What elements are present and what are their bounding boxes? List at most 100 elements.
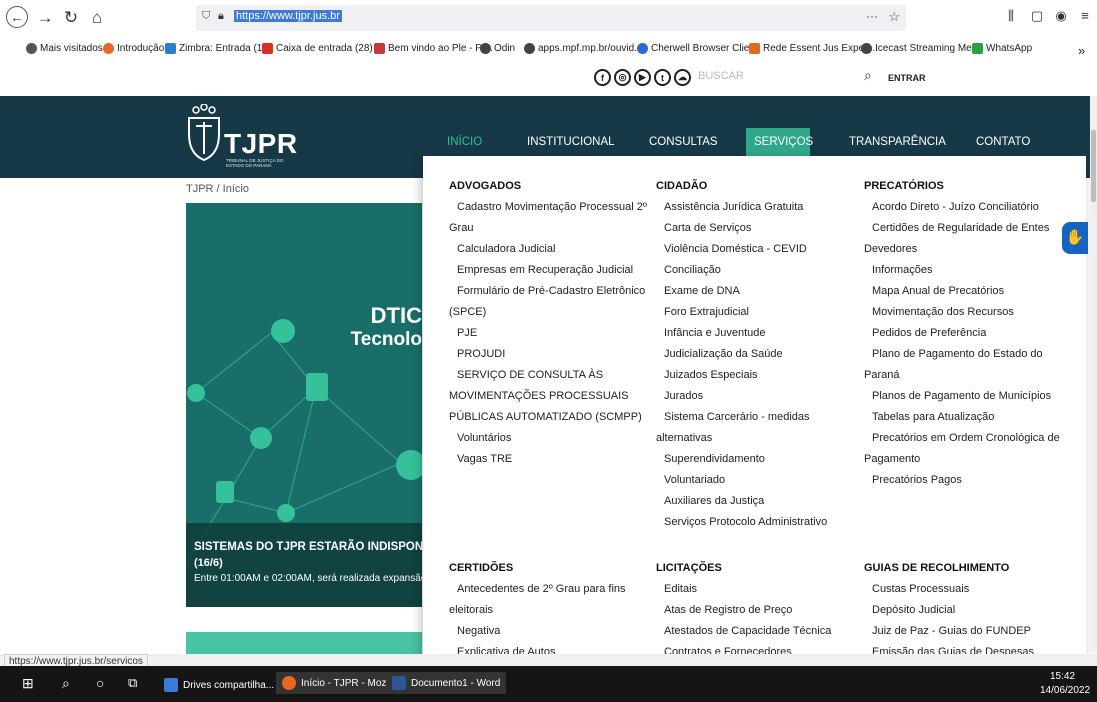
search-icon[interactable]: ⌕ <box>864 67 872 84</box>
gear-icon <box>26 43 37 54</box>
library-icon[interactable]: ⫼ <box>1000 8 1022 24</box>
bookmark-item[interactable]: apps.mpf.mp.br/ouvid... <box>524 43 643 54</box>
menu-link[interactable]: Sistema Carcerário - medidas alternativa… <box>656 407 861 449</box>
forward-icon[interactable]: → <box>34 8 56 28</box>
globe-icon <box>480 43 491 54</box>
secondary-banner[interactable] <box>186 632 422 656</box>
menu-link[interactable]: PJE <box>449 323 654 344</box>
menu-link[interactable]: Acordo Direto - Juízo Conciliatório <box>864 197 1069 218</box>
more-bookmarks-icon[interactable]: » <box>1078 43 1085 58</box>
menu-link[interactable]: Vagas TRE <box>449 449 654 470</box>
menu-link[interactable]: Pedidos de Preferência <box>864 323 1069 344</box>
reload-icon[interactable]: ↻ <box>60 8 82 28</box>
cortana-icon[interactable]: ○ <box>96 675 104 691</box>
menu-link[interactable]: Custas Processuais <box>864 579 1069 600</box>
menu-link[interactable]: Atas de Registro de Preço <box>656 600 861 621</box>
sidebar-icon[interactable]: ▢ <box>1026 8 1048 24</box>
bookmark-item[interactable]: Caixa de entrada (28) ... <box>262 43 384 54</box>
nav-inicio[interactable]: INÍCIO <box>447 136 482 148</box>
bookmark-item[interactable]: Icecast Streaming Me... <box>861 43 980 54</box>
search-input[interactable]: BUSCAR <box>698 70 744 82</box>
bookmark-item[interactable]: Cherwell Browser Client <box>637 43 758 54</box>
menu-link[interactable]: Serviços Protocolo Administrativo <box>656 512 861 533</box>
menu-link[interactable]: Foro Extrajudicial <box>656 302 861 323</box>
menu-link[interactable]: Planos de Pagamento de Municípios <box>864 386 1069 407</box>
menu-link[interactable]: Superendividamento <box>656 449 861 470</box>
menu-column-certidoes: CERTIDÕES Antecedentes de 2º Grau para f… <box>449 558 654 656</box>
facebook-icon[interactable]: f <box>594 69 611 86</box>
menu-link[interactable]: Negativa <box>449 621 654 642</box>
menu-link[interactable]: PROJUDI <box>449 344 654 365</box>
menu-heading: GUIAS DE RECOLHIMENTO <box>864 562 1010 574</box>
bookmark-item[interactable]: Zimbra: Entrada (1) <box>165 43 266 54</box>
menu-link[interactable]: SERVIÇO DE CONSULTA ÀS MOVIMENTAÇÕES PRO… <box>449 365 654 428</box>
task-view-icon[interactable]: ⧉ <box>128 675 137 691</box>
menu-link[interactable]: Voluntários <box>449 428 654 449</box>
url-bar[interactable]: ⛉ 🔒︎ https://www.tjpr.jus.br ··· ☆ <box>196 5 906 31</box>
menu-link[interactable]: Jurados <box>656 386 861 407</box>
menu-link[interactable]: Judicialização da Saúde <box>656 344 861 365</box>
search-icon[interactable]: ⌕ <box>62 675 70 692</box>
menu-link[interactable]: Certidões de Regularidade de Entes Deved… <box>864 218 1069 260</box>
tjpr-emblem-icon[interactable] <box>186 104 222 162</box>
breadcrumb[interactable]: TJPR / Início <box>186 183 249 195</box>
menu-link[interactable]: Violência Doméstica - CEVID <box>656 239 861 260</box>
taskbar-time: 15:42 <box>1050 671 1076 682</box>
home-icon[interactable]: ⌂ <box>86 8 108 28</box>
menu-link[interactable]: Precatórios Pagos <box>864 470 1069 491</box>
menu-link[interactable]: Tabelas para Atualização <box>864 407 1069 428</box>
youtube-icon[interactable]: ▶ <box>634 69 651 86</box>
menu-link[interactable]: Precatórios em Ordem Cronológica de Paga… <box>864 428 1069 470</box>
menu-link[interactable]: Depósito Judicial <box>864 600 1069 621</box>
menu-link[interactable]: Calculadora Judicial <box>449 239 654 260</box>
bookmark-item[interactable]: Bem vindo ao Ple - Pr... <box>374 43 493 54</box>
firefox-icon <box>103 43 114 54</box>
nav-consultas[interactable]: CONSULTAS <box>649 136 718 148</box>
scrollbar-thumb[interactable] <box>1091 130 1096 202</box>
enter-button[interactable]: ENTRAR <box>888 73 926 83</box>
site-logo[interactable]: TJPR <box>224 128 298 160</box>
nav-servicos[interactable]: SERVIÇOS <box>754 136 813 148</box>
menu-link[interactable]: Assistência Jurídica Gratuita <box>656 197 861 218</box>
bookmark-item[interactable]: Introdução <box>103 43 164 54</box>
menu-link[interactable]: Editais <box>656 579 861 600</box>
nav-institucional[interactable]: INSTITUCIONAL <box>527 136 615 148</box>
account-icon[interactable]: ◉ <box>1050 8 1072 24</box>
bookmark-item[interactable]: Odin <box>480 43 515 54</box>
windows-start-icon[interactable]: ⊞ <box>22 675 34 692</box>
bookmark-item[interactable]: WhatsApp <box>972 43 1032 54</box>
menu-link[interactable]: Voluntariado <box>656 470 861 491</box>
page-actions-icon[interactable]: ··· <box>866 9 878 23</box>
taskbar-app-drives[interactable]: Drives compartilha... <box>164 678 274 692</box>
bookmark-item[interactable]: Mais visitados <box>26 43 103 54</box>
accessibility-icon[interactable]: ✋ <box>1062 222 1088 254</box>
menu-link[interactable]: Carta de Serviços <box>656 218 861 239</box>
cloud-icon[interactable]: ☁ <box>674 69 691 86</box>
menu-link[interactable]: Cadastro Movimentação Processual 2º Grau <box>449 197 654 239</box>
menu-link[interactable]: Conciliação <box>656 260 861 281</box>
menu-link[interactable]: Movimentação dos Recursos <box>864 302 1069 323</box>
bookmark-item[interactable]: Rede Essent Jus Experi... <box>749 43 878 54</box>
menu-link[interactable]: Exame de DNA <box>656 281 861 302</box>
menu-link[interactable]: Formulário de Pré-Cadastro Eletrônico (S… <box>449 281 654 323</box>
menu-link[interactable]: Atestados de Capacidade Técnica <box>656 621 861 642</box>
menu-icon[interactable]: ≡ <box>1074 8 1096 23</box>
menu-link[interactable]: Informações <box>864 260 1069 281</box>
news-banner[interactable]: DTIC Tecnolo SISTEMAS DO TJPR ESTARÃO IN… <box>186 203 422 607</box>
menu-link[interactable]: Infância e Juventude <box>656 323 861 344</box>
taskbar-app-word[interactable]: Documento1 - Word <box>386 672 507 694</box>
menu-link[interactable]: Empresas em Recuperação Judicial <box>449 260 654 281</box>
twitter-icon[interactable]: t <box>654 69 671 86</box>
horizontal-scrollbar[interactable] <box>0 654 1097 666</box>
menu-link[interactable]: Juiz de Paz - Guias do FUNDEP <box>864 621 1069 642</box>
nav-contato[interactable]: CONTATO <box>976 136 1030 148</box>
nav-transparencia[interactable]: TRANSPARÊNCIA <box>849 136 946 148</box>
star-icon[interactable]: ☆ <box>888 9 900 25</box>
menu-link[interactable]: Juizados Especiais <box>656 365 861 386</box>
menu-link[interactable]: Mapa Anual de Precatórios <box>864 281 1069 302</box>
instagram-icon[interactable]: ◎ <box>614 69 631 86</box>
menu-link[interactable]: Plano de Pagamento do Estado do Paraná <box>864 344 1069 386</box>
back-icon[interactable]: ← <box>6 6 28 28</box>
menu-link[interactable]: Auxiliares da Justiça <box>656 491 861 512</box>
menu-link[interactable]: Antecedentes de 2º Grau para fins eleito… <box>449 579 654 621</box>
